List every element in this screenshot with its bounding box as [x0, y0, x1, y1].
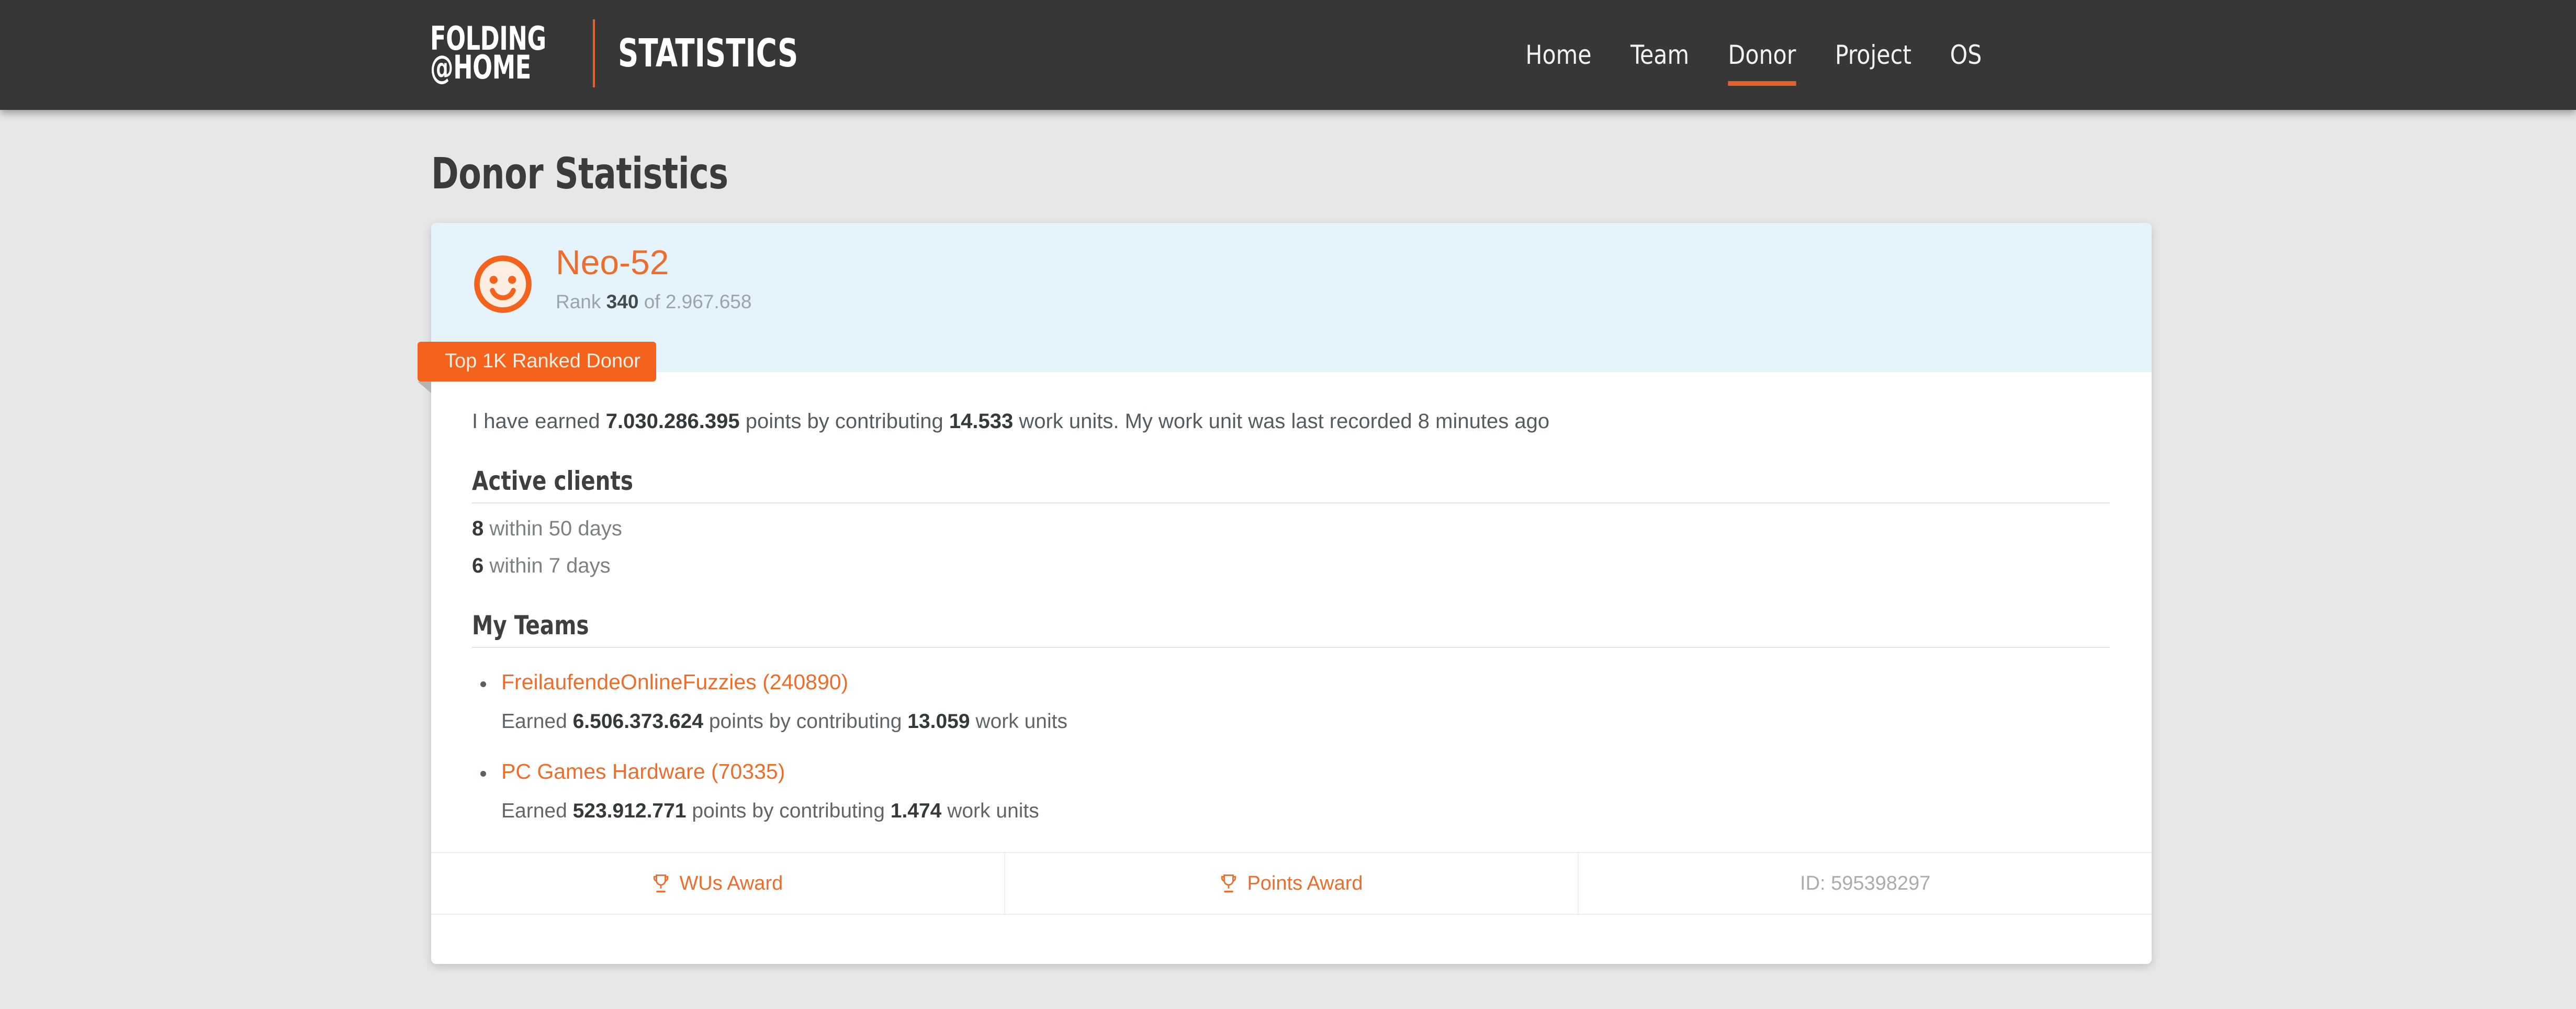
folding-at-home-logo[interactable]: FOLDING @HOME	[430, 25, 575, 82]
page-content: Donor Statistics Neo-52 Rank 340 of 2.96…	[0, 110, 2576, 1009]
active-clients-row: 6 within 7 days	[472, 554, 2111, 578]
rank-value: 340	[606, 291, 639, 312]
donor-identity: Neo-52 Rank 340 of 2.967.658	[556, 243, 751, 313]
donor-statistics-card: Neo-52 Rank 340 of 2.967.658 Top 1K Rank…	[431, 223, 2152, 964]
nav-item-team[interactable]: Team	[1613, 0, 1706, 110]
summary-work-units: 14.533	[949, 410, 1013, 433]
list-item: FreilaufendeOnlineFuzzies (240890) Earne…	[472, 670, 2111, 733]
active-clients-label-7d: within 7 days	[489, 554, 610, 577]
donor-card-footer: WUs Award Points Award ID: 595398297	[431, 852, 2152, 914]
nav-item-home[interactable]: Home	[1509, 0, 1608, 110]
points-award-label: Points Award	[1247, 872, 1363, 895]
brand-logo-group[interactable]: FOLDING @HOME STATISTICS	[430, 12, 838, 95]
trophy-icon	[652, 873, 670, 893]
card-footer-spacer	[431, 914, 2152, 964]
points-award-button[interactable]: Points Award	[1005, 853, 1579, 914]
rank-of-label: of	[644, 291, 660, 312]
my-teams-list: FreilaufendeOnlineFuzzies (240890) Earne…	[472, 670, 2111, 823]
rank-total-value: 2.967.658	[666, 291, 752, 312]
team-earned-line: Earned 523.912.771 points by contributin…	[501, 800, 2111, 823]
active-clients-label-50d: within 50 days	[489, 517, 622, 540]
brand-divider	[593, 19, 595, 87]
team-earned-suffix: work units	[975, 710, 1067, 733]
summary-prefix: I have earned	[472, 410, 600, 433]
team-work-units: 13.059	[907, 710, 970, 733]
donor-card-body: I have earned 7.030.286.395 points by co…	[431, 372, 2152, 852]
main-nav: Home Team Donor Project OS	[1506, 0, 2000, 110]
active-clients-count-7d: 6	[472, 554, 483, 577]
wus-award-button[interactable]: WUs Award	[431, 853, 1005, 914]
donor-name-link[interactable]: Neo-52	[556, 245, 669, 279]
active-clients-count-50d: 8	[472, 517, 483, 540]
team-points: 523.912.771	[573, 800, 687, 822]
team-earned-line: Earned 6.506.373.624 points by contribut…	[501, 710, 2111, 733]
nav-item-donor[interactable]: Donor	[1711, 0, 1813, 110]
my-teams-heading: My Teams	[472, 610, 1947, 641]
nav-item-project[interactable]: Project	[1818, 0, 1929, 110]
donor-id-value: ID: 595398297	[1579, 853, 2152, 914]
active-clients-row: 8 within 50 days	[472, 517, 2111, 541]
team-earned-middle: points by contributing	[709, 710, 902, 733]
team-work-units: 1.474	[891, 800, 942, 822]
team-earned-suffix: work units	[947, 800, 1039, 822]
summary-suffix: work units. My work unit was last record…	[1019, 410, 1549, 433]
donor-summary-line: I have earned 7.030.286.395 points by co…	[472, 410, 2111, 433]
donor-rank: Rank 340 of 2.967.658	[556, 291, 751, 313]
logo-line-athome: @HOME	[430, 53, 546, 82]
summary-points: 7.030.286.395	[606, 410, 740, 433]
team-earned-prefix: Earned	[501, 800, 567, 822]
donor-card-header: Neo-52 Rank 340 of 2.967.658 Top 1K Rank…	[431, 223, 2152, 372]
active-clients-divider	[472, 502, 2110, 503]
summary-middle: points by contributing	[746, 410, 943, 433]
active-clients-heading: Active clients	[472, 466, 1947, 496]
list-item: PC Games Hardware (70335) Earned 523.912…	[472, 759, 2111, 823]
nav-item-os[interactable]: OS	[1933, 0, 1998, 110]
smiley-face-icon	[472, 253, 534, 315]
team-link[interactable]: FreilaufendeOnlineFuzzies (240890)	[501, 670, 848, 694]
page-title: Donor Statistics	[431, 149, 728, 199]
wus-award-label: WUs Award	[679, 872, 783, 895]
trophy-icon	[1220, 873, 1238, 893]
team-points: 6.506.373.624	[573, 710, 703, 733]
my-teams-divider	[472, 647, 2110, 648]
status-badge: Top 1K Ranked Donor	[418, 342, 656, 382]
team-earned-middle: points by contributing	[692, 800, 885, 822]
site-header: FOLDING @HOME STATISTICS Home Team Donor…	[0, 0, 2576, 110]
team-link[interactable]: PC Games Hardware (70335)	[501, 759, 785, 784]
team-earned-prefix: Earned	[501, 710, 567, 733]
rank-prefix-label: Rank	[556, 291, 601, 312]
brand-section-title: STATISTICS	[618, 31, 798, 76]
